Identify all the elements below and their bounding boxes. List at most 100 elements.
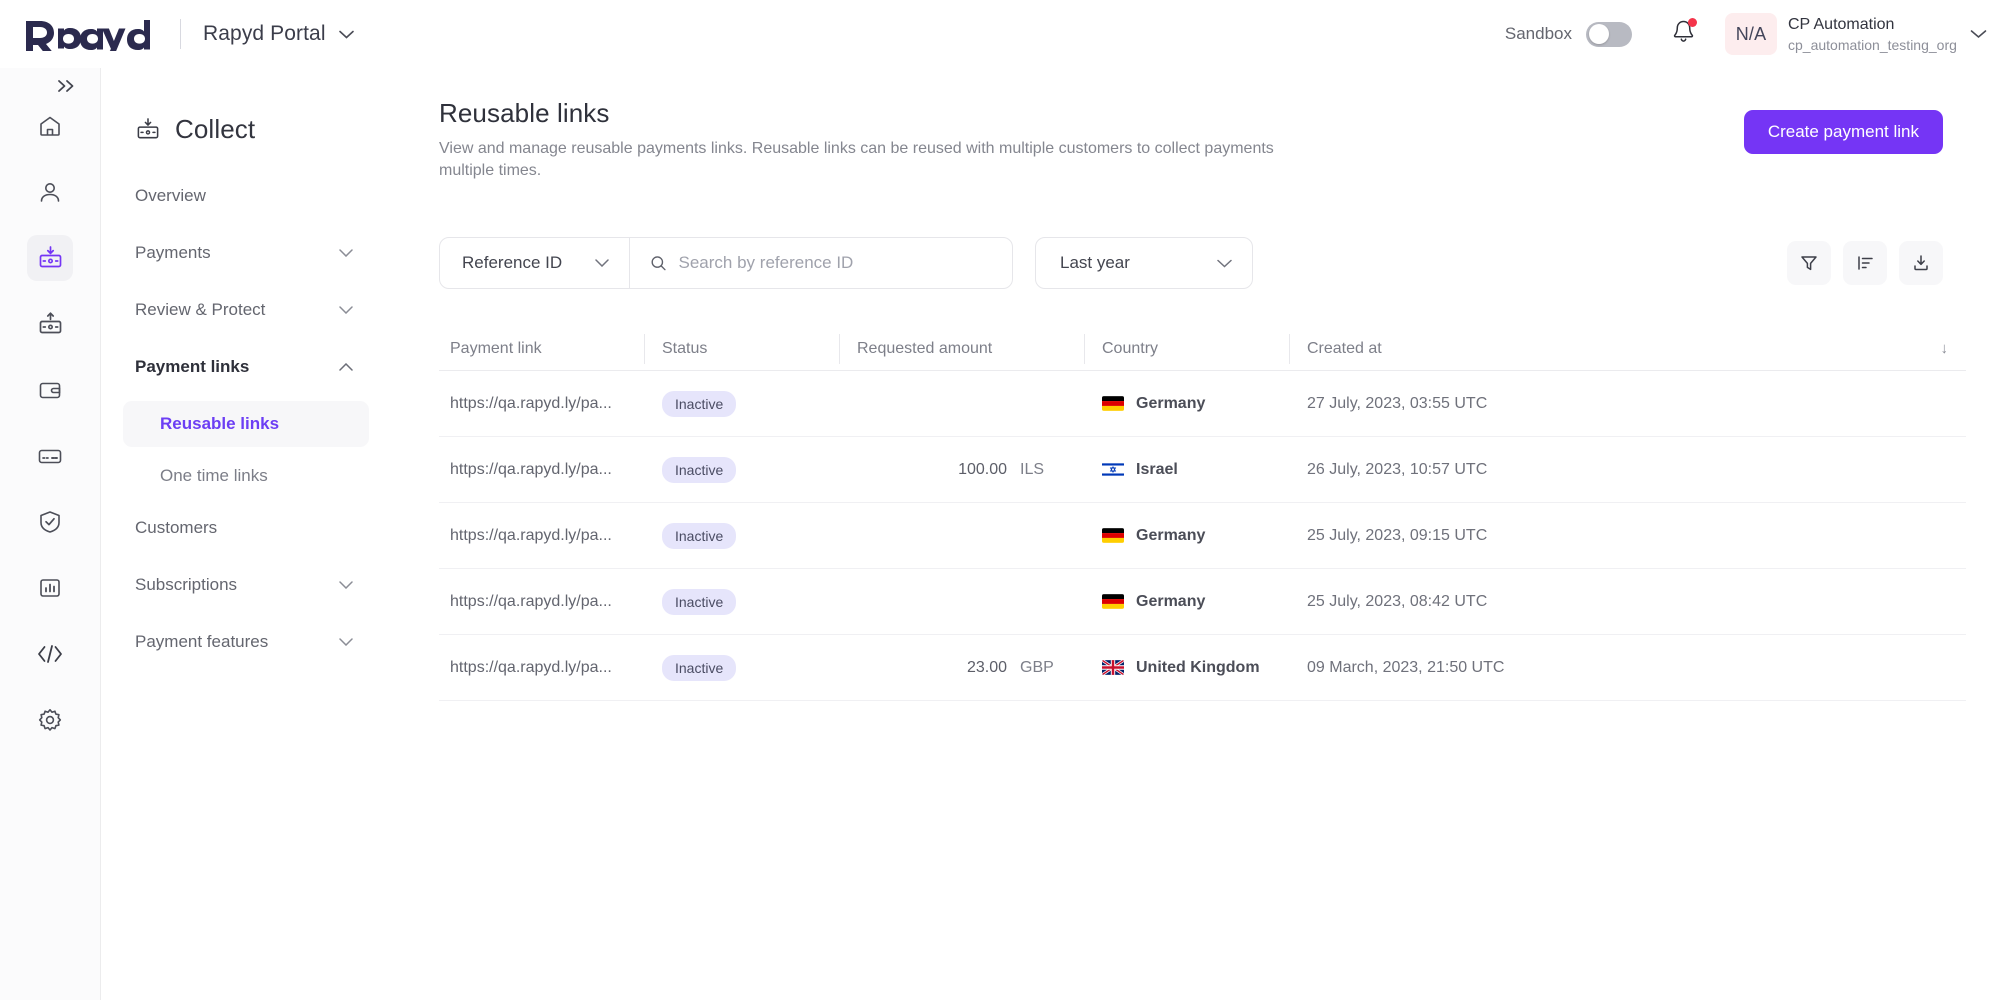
column-header-created-at[interactable]: Created at ↓ — [1289, 334, 1966, 364]
sidebar-item-label: Review & Protect — [135, 300, 265, 320]
account-chevron-down-icon[interactable] — [1970, 29, 1987, 39]
cell-payment-link[interactable]: https://qa.rapyd.ly/pa... — [439, 527, 644, 545]
account-name: CP Automation — [1788, 15, 1956, 34]
disburse-icon — [37, 311, 64, 337]
sort-button[interactable] — [1843, 241, 1887, 285]
sidebar-item-label: Payment features — [135, 632, 268, 652]
rail-item-customers[interactable] — [27, 169, 73, 215]
table-row[interactable]: https://qa.rapyd.ly/pa...Inactive Germany… — [439, 503, 1966, 569]
search-field-select-value: Reference ID — [462, 253, 562, 273]
sidebar-item-label: Payment links — [135, 357, 249, 377]
country-name: Germany — [1136, 593, 1205, 611]
column-header-country[interactable]: Country — [1084, 334, 1289, 364]
sidebar-item-reusable-links[interactable]: Reusable links — [123, 401, 369, 447]
sidebar-subitem-label: Reusable links — [160, 414, 279, 434]
cell-created-at: 25 July, 2023, 08:42 UTC — [1289, 593, 1534, 611]
avatar: N/A — [1725, 13, 1777, 55]
account-info[interactable]: CP Automation cp_automation_testing_org_… — [1788, 15, 1956, 54]
search-field-select[interactable]: Reference ID — [440, 238, 630, 288]
sidenav-section-header: Collect — [123, 114, 369, 145]
cell-status: Inactive — [644, 457, 839, 483]
cell-payment-link[interactable]: https://qa.rapyd.ly/pa... — [439, 461, 644, 479]
rail-item-home[interactable] — [27, 103, 73, 149]
cell-requested-amount: 100.00ILS — [839, 461, 1084, 479]
top-bar-right: Sandbox N/A CP Automation cp_automation_… — [1505, 0, 1999, 68]
sidebar-item-one-time-links[interactable]: One time links — [123, 453, 369, 499]
rail-item-verify[interactable] — [27, 499, 73, 545]
table-row[interactable]: https://qa.rapyd.ly/pa...Inactive100.00I… — [439, 437, 1966, 503]
table-row[interactable]: https://qa.rapyd.ly/pa... Inactive Germany… — [439, 569, 1966, 635]
card-icon — [37, 443, 63, 469]
amount-currency: GBP — [1020, 659, 1054, 677]
cell-payment-link[interactable]: https://qa.rapyd.ly/pa... — [439, 659, 644, 677]
search-field-wrap[interactable] — [630, 238, 1012, 288]
table-header-row: Payment link Status Requested amount Cou… — [439, 327, 1966, 371]
cell-requested-amount: 23.00GBP — [839, 659, 1084, 677]
search-icon — [650, 254, 667, 272]
date-range-select[interactable]: Last year — [1035, 237, 1253, 289]
payment-links-table: Payment link Status Requested amount Cou… — [439, 327, 1966, 701]
page-header: Reusable links View and manage reusable … — [439, 98, 1943, 182]
chevron-down-icon — [595, 259, 609, 267]
rail-item-collect[interactable] — [27, 235, 73, 281]
cell-created-at: 09 March, 2023, 21:50 UTC — [1289, 659, 1534, 677]
portal-switcher[interactable]: Rapyd Portal — [203, 22, 354, 46]
sidebar-subitem-label: One time links — [160, 466, 268, 486]
sandbox-toggle[interactable] — [1586, 22, 1632, 47]
flag-icon-il — [1102, 462, 1124, 477]
filter-button[interactable] — [1787, 241, 1831, 285]
filter-icon — [1799, 253, 1819, 273]
collect-section-icon — [135, 117, 161, 142]
sandbox-label: Sandbox — [1505, 24, 1572, 44]
rail-item-analytics[interactable] — [27, 565, 73, 611]
header-divider — [180, 19, 181, 49]
download-button[interactable] — [1899, 241, 1943, 285]
collect-icon — [37, 245, 64, 271]
date-range-value: Last year — [1060, 253, 1130, 273]
cell-status: Inactive — [644, 391, 839, 417]
cell-country: Germany — [1084, 527, 1289, 545]
rapyd-logo-icon — [24, 17, 158, 51]
cell-payment-link[interactable]: https://qa.rapyd.ly/pa... — [439, 395, 644, 413]
rail-item-developers[interactable] — [27, 631, 73, 677]
table-row[interactable]: https://qa.rapyd.ly/pa... Inactive 23.00GB… — [439, 635, 1966, 701]
sidebar-item-review-protect[interactable]: Review & Protect — [123, 287, 369, 333]
rail-item-settings[interactable] — [27, 697, 73, 743]
status-badge: Inactive — [662, 589, 736, 615]
column-header-requested-amount[interactable]: Requested amount — [839, 334, 1084, 364]
rail-item-cards[interactable] — [27, 433, 73, 479]
column-header-status[interactable]: Status — [644, 334, 839, 364]
sidenav-section-title: Collect — [175, 114, 255, 145]
chevron-down-icon — [339, 249, 353, 257]
rail-item-wallet[interactable] — [27, 367, 73, 413]
cell-created-at: 25 July, 2023, 09:15 UTC — [1289, 527, 1534, 545]
sidebar-item-payments[interactable]: Payments — [123, 230, 369, 276]
sidebar-item-overview[interactable]: Overview — [123, 173, 369, 219]
country-name: Germany — [1136, 527, 1205, 545]
sidebar-item-label: Overview — [135, 186, 206, 206]
cell-country: Israel — [1084, 461, 1289, 479]
search-input[interactable] — [679, 253, 994, 273]
sidebar-item-payment-features[interactable]: Payment features — [123, 619, 369, 665]
notifications-button[interactable] — [1672, 19, 1695, 49]
column-header-payment-link[interactable]: Payment link — [439, 334, 644, 364]
rail-item-disburse[interactable] — [27, 301, 73, 347]
brand-logo[interactable] — [0, 17, 158, 51]
portal-name: Rapyd Portal — [203, 22, 326, 46]
sort-descending-icon: ↓ — [1941, 340, 1967, 357]
status-badge: Inactive — [662, 655, 736, 681]
table-row[interactable]: https://qa.rapyd.ly/pa...InactiveGermany… — [439, 371, 1966, 437]
flag-icon-de — [1102, 396, 1124, 411]
sidebar-item-customers[interactable]: Customers — [123, 505, 369, 551]
home-icon — [37, 113, 63, 139]
cell-country: United Kingdom — [1084, 659, 1289, 677]
expand-sidebar-button[interactable] — [0, 79, 100, 93]
amount-value: 100.00 — [958, 461, 1007, 479]
cell-status: Inactive — [644, 523, 839, 549]
filter-bar: Reference ID Last year — [439, 237, 1943, 289]
top-bar: Rapyd Portal Sandbox N/A CP Automation c… — [0, 0, 1999, 68]
create-payment-link-button[interactable]: Create payment link — [1744, 110, 1943, 154]
sidebar-item-payment-links[interactable]: Payment links — [123, 344, 369, 390]
sidebar-item-subscriptions[interactable]: Subscriptions — [123, 562, 369, 608]
cell-payment-link[interactable]: https://qa.rapyd.ly/pa... — [439, 593, 644, 611]
